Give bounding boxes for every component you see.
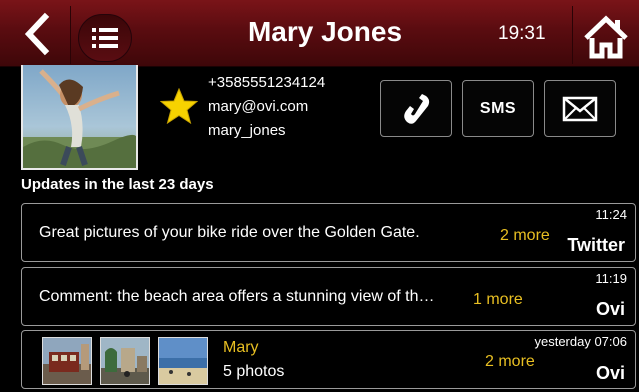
update-text: Great pictures of your bike ride over th… [39, 224, 420, 241]
update-item[interactable]: Comment: the beach area offers a stunnin… [21, 267, 636, 326]
update-subtitle: 5 photos [223, 363, 285, 380]
photo-thumbnail[interactable] [100, 337, 150, 385]
email-button[interactable] [544, 80, 616, 137]
more-link[interactable]: 2 more [500, 227, 550, 245]
update-time: yesterday 07:06 [534, 334, 627, 349]
title-bar: Mary Jones 19:31 [0, 0, 639, 67]
update-source: Ovi [595, 363, 625, 383]
contact-phone[interactable]: +3585551234124 [208, 71, 325, 95]
photo-thumbnail[interactable] [158, 337, 208, 385]
update-time: 11:19 [595, 271, 627, 286]
list-icon [92, 28, 118, 48]
favorite-star-icon[interactable] [160, 88, 198, 124]
page-title: Mary Jones [247, 16, 403, 47]
contact-details: +3585551234124 mary@ovi.com mary_jones [208, 71, 325, 143]
update-text: Comment: the beach area offers a stunnin… [39, 288, 435, 305]
contact-email[interactable]: mary@ovi.com [208, 95, 325, 119]
header-divider [70, 6, 71, 64]
menu-button[interactable] [78, 14, 132, 62]
update-time: 11:24 [595, 207, 627, 222]
update-author: Mary [223, 339, 259, 356]
sms-button[interactable]: SMS [462, 80, 534, 137]
update-item[interactable]: Mary 5 photos 2 more yesterday 07:06 Ovi [21, 330, 636, 389]
phone-icon [404, 93, 430, 124]
sms-label: SMS [479, 99, 517, 117]
update-item[interactable]: Great pictures of your bike ride over th… [21, 203, 636, 262]
contact-username: mary_jones [208, 122, 286, 139]
home-icon [584, 15, 628, 59]
home-button[interactable] [582, 14, 630, 60]
status-clock: 19:31 [498, 23, 546, 44]
updates-heading: Updates in the last 23 days [21, 176, 214, 193]
chevron-left-icon [24, 12, 50, 56]
more-link[interactable]: 1 more [473, 291, 523, 309]
update-source: Twitter [567, 235, 625, 255]
photo-thumbnail[interactable] [42, 337, 92, 385]
envelope-icon [562, 96, 598, 121]
avatar [21, 65, 138, 170]
back-button[interactable] [14, 12, 64, 56]
call-button[interactable] [380, 80, 452, 137]
profile-photo [23, 65, 136, 168]
header-divider [572, 6, 573, 64]
update-source: Ovi [595, 299, 625, 319]
more-link[interactable]: 2 more [485, 353, 535, 371]
